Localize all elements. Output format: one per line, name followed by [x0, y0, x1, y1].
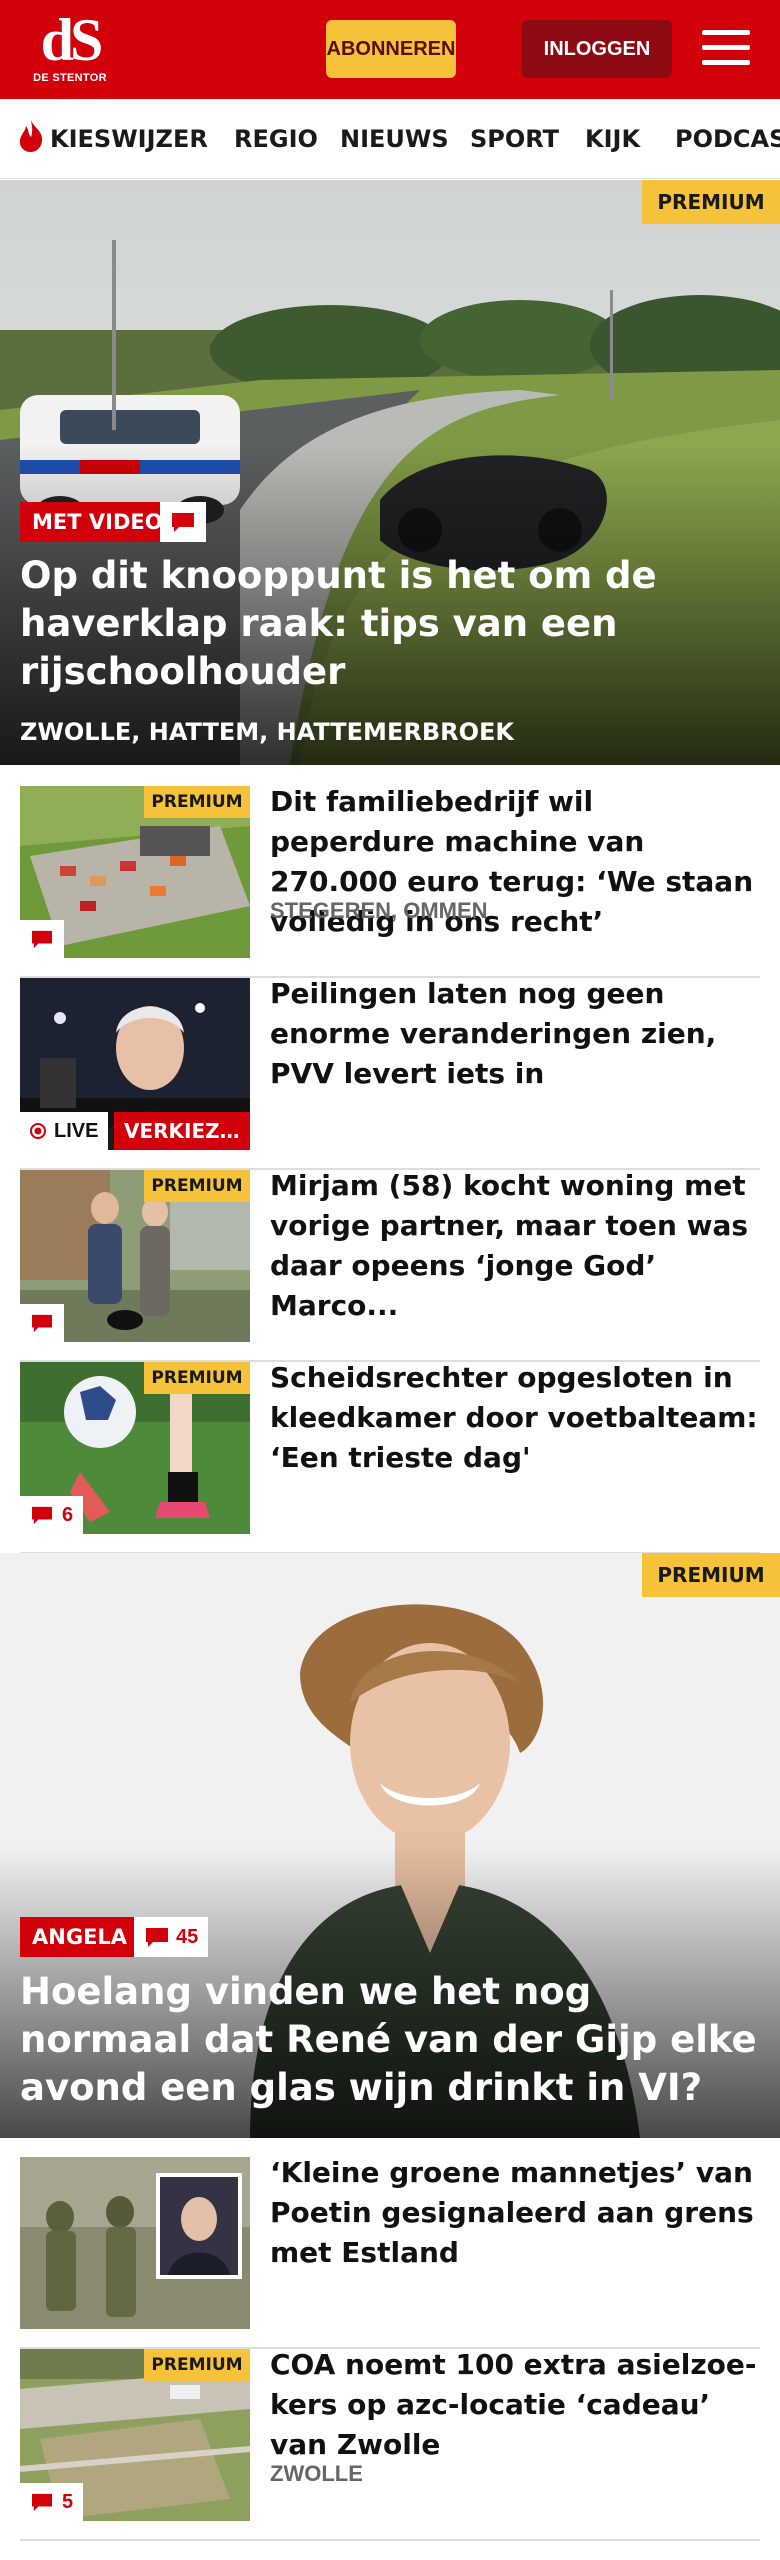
thumbnail-image	[20, 2157, 250, 2329]
live-dot-icon	[30, 1123, 46, 1139]
nav-item-sport[interactable]: SPORT	[470, 99, 559, 178]
nav-item-kijk[interactable]: KIJK	[585, 99, 640, 178]
premium-badge: PREMIUM	[642, 1553, 780, 1597]
article-title[interactable]: Mirjam (58) kocht woning met vorige part…	[270, 1166, 760, 1326]
category-tag: VERKIEZ…	[114, 1112, 250, 1150]
comment-icon	[32, 1506, 52, 1525]
comment-count: 6	[62, 1503, 74, 1526]
comment-count: 45	[176, 1925, 199, 1948]
featured-title[interactable]: Hoelang vinden we het nog normaal dat Re…	[20, 1968, 760, 2112]
comment-icon	[32, 2493, 52, 2512]
article-row[interactable]: LIVE VERKIEZ… Peilingen laten nog geen e…	[20, 977, 760, 1170]
nav-label: KIESWIJZER	[50, 125, 208, 153]
nav-item-podcasts[interactable]: PODCAS	[675, 99, 780, 178]
comment-icon	[146, 1928, 168, 1947]
article-title[interactable]: ‘Kleine groene mannetjes’ van Poetin ges…	[270, 2153, 760, 2273]
article-thumbnail: PREMIUM	[20, 1170, 250, 1342]
comment-icon	[32, 1314, 52, 1333]
subscribe-button[interactable]: ABONNEREN	[326, 20, 456, 78]
video-tag: MET VIDEO	[20, 502, 175, 542]
comments-badge[interactable]: 5	[20, 2483, 84, 2521]
article-thumbnail	[20, 2157, 250, 2329]
logo-mark: dS	[40, 7, 104, 73]
premium-badge: PREMIUM	[642, 180, 780, 224]
author-tag: ANGELA	[20, 1917, 140, 1957]
main-navigation: KIESWIJZER REGIO NIEUWS SPORT KIJK PODCA…	[0, 99, 780, 179]
hamburger-menu-icon[interactable]	[700, 24, 752, 72]
comment-icon	[172, 513, 194, 532]
premium-badge: PREMIUM	[144, 1170, 250, 1202]
hero-location: ZWOLLE, HATTEM, HATTEMERBROEK	[20, 718, 514, 746]
premium-badge: PREMIUM	[144, 1362, 250, 1394]
live-label: LIVE	[54, 1119, 99, 1142]
premium-badge: PREMIUM	[144, 786, 250, 818]
flame-icon	[19, 120, 43, 152]
live-badge: LIVE	[20, 1112, 109, 1150]
article-location: STEGEREN, OMMEN	[270, 898, 488, 923]
article-thumbnail: LIVE VERKIEZ…	[20, 978, 250, 1150]
nav-item-kieswijzer[interactable]: KIESWIJZER	[16, 99, 208, 178]
login-button[interactable]: INLOGGEN	[522, 20, 672, 78]
article-title[interactable]: Scheidsrechter opgesloten in kleedkamer …	[270, 1358, 760, 1478]
article-row[interactable]: ‘Kleine groene mannetjes’ van Poetin ges…	[20, 2156, 760, 2349]
site-header: dS DE STENTOR ABONNEREN INLOGGEN	[0, 0, 780, 99]
logo-subtitle: DE STENTOR	[33, 72, 107, 84]
nav-item-regio[interactable]: REGIO	[234, 99, 318, 178]
premium-badge: PREMIUM	[144, 2349, 250, 2381]
nav-item-nieuws[interactable]: NIEUWS	[340, 99, 449, 178]
article-thumbnail: PREMIUM	[20, 786, 250, 958]
comments-badge[interactable]	[160, 502, 206, 542]
article-row[interactable]: PREMIUM 5 COA noemt 100 extra asielzoe­k…	[20, 2348, 760, 2541]
article-location: ZWOLLE	[270, 2461, 363, 2486]
article-thumbnail: PREMIUM 6	[20, 1362, 250, 1534]
article-title[interactable]: COA noemt 100 extra asielzoe­kers op azc…	[270, 2345, 760, 2465]
article-row[interactable]: PREMIUM 6 Scheidsrechter opgesloten in k…	[20, 1361, 760, 1554]
comments-badge[interactable]: 45	[134, 1917, 209, 1957]
comments-badge[interactable]: 6	[20, 1496, 84, 1534]
article-thumbnail: PREMIUM 5	[20, 2349, 250, 2521]
comments-badge[interactable]	[20, 920, 64, 958]
hero-title[interactable]: Op dit knooppunt is het om de haverklap …	[20, 552, 760, 696]
article-row[interactable]: PREMIUM Mirjam (58) kocht woning met vor…	[20, 1169, 760, 1362]
comments-badge[interactable]	[20, 1304, 64, 1342]
site-logo[interactable]: dS DE STENTOR	[28, 7, 112, 90]
article-title[interactable]: Peilingen laten nog geen enorme verander…	[270, 974, 760, 1094]
comment-icon	[32, 930, 52, 949]
comment-count: 5	[62, 2490, 74, 2513]
article-row[interactable]: PREMIUM Dit familiebedrijf wil peperdure…	[20, 785, 760, 978]
